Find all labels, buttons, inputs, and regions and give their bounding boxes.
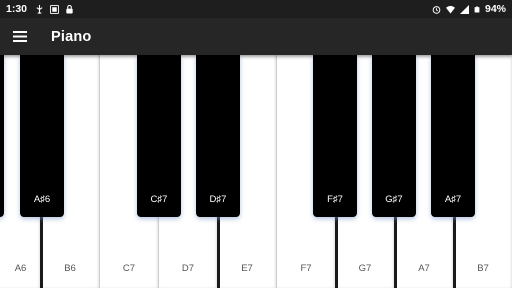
white-key-label: G7	[358, 263, 372, 274]
black-key-g-sharp-7[interactable]: G♯7	[372, 55, 416, 217]
black-key-c-sharp-7[interactable]: C♯7	[137, 55, 181, 217]
usb-debug-icon	[36, 4, 43, 14]
wifi-icon	[445, 5, 455, 14]
piano-keyboard: A6 B6 C7 D7 E7 F7 G7 A7 B7 A♯6 C♯7 D♯7 F…	[0, 55, 512, 288]
white-key-label: A7	[418, 263, 430, 274]
black-key-label: D♯7	[209, 194, 227, 205]
screenshot-icon	[50, 4, 60, 14]
status-bar: 1:30 94%	[0, 0, 512, 18]
white-key-label: C7	[122, 263, 136, 274]
white-key-label: D7	[181, 263, 195, 274]
black-key-label: F♯7	[327, 194, 343, 205]
key-divider	[335, 217, 338, 288]
black-key-label: G♯7	[385, 194, 403, 205]
lock-icon	[66, 4, 73, 14]
app-bar: Piano	[0, 18, 512, 55]
black-key-d-sharp-7[interactable]: D♯7	[196, 55, 240, 217]
key-divider	[394, 217, 397, 288]
menu-button[interactable]	[0, 18, 40, 55]
black-key-label: A♯7	[444, 194, 462, 205]
key-divider	[217, 217, 220, 288]
alarm-icon	[432, 5, 441, 14]
black-key-f-sharp-7[interactable]: F♯7	[313, 55, 357, 217]
battery-icon	[474, 6, 480, 12]
black-key-label: C♯7	[150, 194, 168, 205]
signal-icon	[459, 4, 469, 14]
app-title: Piano	[51, 28, 92, 45]
white-key-label: B7	[477, 263, 489, 274]
black-key-partial[interactable]	[0, 55, 4, 217]
key-divider	[453, 217, 456, 288]
hamburger-menu-icon	[13, 31, 27, 42]
battery-percentage: 94%	[484, 3, 506, 15]
white-key-label: F7	[300, 263, 312, 274]
white-key-label: A6	[14, 263, 27, 274]
key-divider	[40, 217, 43, 288]
status-right: 94%	[432, 3, 506, 15]
black-key-a-sharp-6[interactable]: A♯6	[20, 55, 64, 217]
black-key-a-sharp-7[interactable]: A♯7	[431, 55, 475, 217]
black-key-label: A♯6	[33, 194, 51, 205]
white-key-label: E7	[241, 263, 253, 274]
status-left: 1:30	[6, 3, 74, 15]
white-key-label: B6	[64, 263, 76, 274]
status-time: 1:30	[6, 3, 28, 15]
